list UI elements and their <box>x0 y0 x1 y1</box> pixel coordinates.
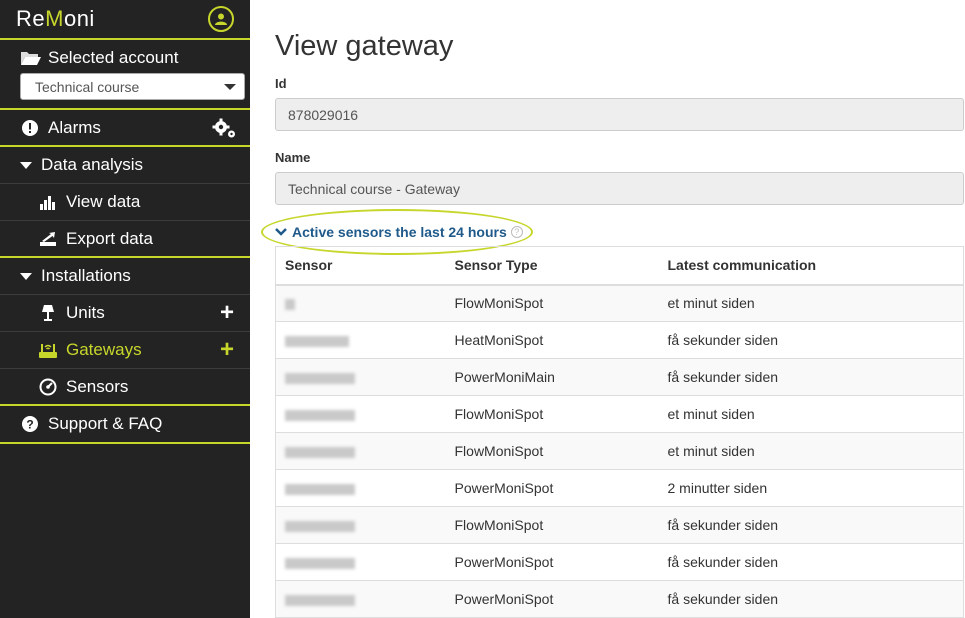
sensor-id-redacted[interactable] <box>275 395 446 433</box>
sensor-id-redacted[interactable] <box>275 284 446 322</box>
chevron-down-icon <box>224 83 236 90</box>
redacted-blur <box>285 335 349 347</box>
latest-communication-cell: få sekunder siden <box>658 580 964 618</box>
caret-down-icon <box>20 272 32 280</box>
redacted-blur <box>285 520 355 532</box>
exclamation-icon <box>20 119 40 137</box>
id-label: Id <box>275 76 287 91</box>
user-avatar-icon[interactable] <box>208 6 234 32</box>
col-sensor[interactable]: Sensor <box>275 246 446 286</box>
sensor-type-cell: FlowMoniSpot <box>445 506 659 544</box>
table-row[interactable]: PowerMoniSpot 2 minutter siden <box>275 469 964 507</box>
router-icon <box>38 341 58 359</box>
redacted-blur <box>285 409 355 421</box>
table-row[interactable]: PowerMoniMain få sekunder siden <box>275 358 964 396</box>
svg-text:?: ? <box>26 418 33 432</box>
sensor-id-redacted[interactable] <box>275 580 446 618</box>
latest-communication-cell: et minut siden <box>658 284 964 322</box>
col-sensor-type[interactable]: Sensor Type <box>445 246 659 286</box>
table-row[interactable]: FlowMoniSpot et minut siden <box>275 284 964 322</box>
nav-units[interactable]: Units + <box>0 295 250 332</box>
selected-account-label: Selected account <box>48 48 179 67</box>
chevron-down-icon <box>275 228 287 236</box>
active-sensors-toggle[interactable]: Active sensors the last 24 hours ? <box>275 224 523 240</box>
redacted-blur <box>285 594 355 606</box>
table-row[interactable]: PowerMoniSpot få sekunder siden <box>275 580 964 618</box>
sensor-id-redacted[interactable] <box>275 321 446 359</box>
sensors-table: Sensor Sensor Type Latest communication … <box>275 246 964 618</box>
sensor-type-cell: PowerMoniSpot <box>445 469 659 507</box>
sensor-type-cell: FlowMoniSpot <box>445 395 659 433</box>
nav-export-data[interactable]: Export data <box>0 221 250 258</box>
sidebar: ReMoni Selected account Technical course… <box>0 0 250 618</box>
redacted-blur <box>285 483 355 495</box>
sensor-type-cell: PowerMoniSpot <box>445 580 659 618</box>
latest-communication-cell: 2 minutter siden <box>658 469 964 507</box>
sensor-type-cell: PowerMoniMain <box>445 358 659 396</box>
table-header-row: Sensor Sensor Type Latest communication <box>275 246 964 286</box>
table-row[interactable]: HeatMoniSpot få sekunder siden <box>275 321 964 359</box>
latest-communication-cell: et minut siden <box>658 395 964 433</box>
sensor-id-redacted[interactable] <box>275 469 446 507</box>
redacted-blur <box>285 446 355 458</box>
nav-gateways[interactable]: Gateways + <box>0 332 250 369</box>
gears-icon[interactable] <box>212 118 238 145</box>
nav-installations[interactable]: Installations <box>0 258 250 295</box>
latest-communication-cell: få sekunder siden <box>658 321 964 359</box>
nav-support-faq[interactable]: ? Support & FAQ <box>0 406 250 444</box>
name-label: Name <box>275 150 311 165</box>
nav-alarms[interactable]: Alarms <box>0 110 250 147</box>
nav-view-data[interactable]: View data <box>0 184 250 221</box>
latest-communication-cell: få sekunder siden <box>658 543 964 581</box>
sensor-type-cell: HeatMoniSpot <box>445 321 659 359</box>
nav-sensors[interactable]: Sensors <box>0 369 250 406</box>
col-latest-communication[interactable]: Latest communication <box>658 246 964 286</box>
table-row[interactable]: FlowMoniSpot et minut siden <box>275 395 964 433</box>
table-row[interactable]: PowerMoniSpot få sekunder siden <box>275 543 964 581</box>
table-row[interactable]: FlowMoniSpot få sekunder siden <box>275 506 964 544</box>
main-content: View gateway Id 878029016 Name Technical… <box>261 0 965 618</box>
gauge-icon <box>38 378 58 396</box>
latest-communication-cell: få sekunder siden <box>658 506 964 544</box>
redacted-blur <box>285 557 355 569</box>
bar-chart-icon <box>38 194 58 210</box>
page-title: View gateway <box>275 30 454 62</box>
sensor-id-redacted[interactable] <box>275 432 446 470</box>
help-icon[interactable]: ? <box>510 226 523 238</box>
sensor-type-cell: PowerMoniSpot <box>445 543 659 581</box>
question-icon: ? <box>20 415 40 433</box>
add-gateway-button[interactable]: + <box>220 338 234 362</box>
latest-communication-cell: få sekunder siden <box>658 358 964 396</box>
sensor-type-cell: FlowMoniSpot <box>445 432 659 470</box>
sensor-id-redacted[interactable] <box>275 543 446 581</box>
folder-open-icon <box>21 52 41 65</box>
account-dropdown[interactable]: Technical course <box>20 73 245 100</box>
account-selector: Selected account Technical course <box>0 40 250 110</box>
lamp-icon <box>38 304 58 322</box>
redacted-blur <box>285 372 355 384</box>
name-field[interactable]: Technical course - Gateway <box>275 172 964 205</box>
remoni-logo[interactable]: ReMoni <box>16 6 95 32</box>
export-icon <box>38 231 58 247</box>
id-field[interactable]: 878029016 <box>275 98 964 131</box>
sensor-type-cell: FlowMoniSpot <box>445 284 659 322</box>
add-unit-button[interactable]: + <box>220 301 234 325</box>
redacted-blur <box>285 299 295 311</box>
sensor-id-redacted[interactable] <box>275 506 446 544</box>
nav-data-analysis[interactable]: Data analysis <box>0 147 250 184</box>
latest-communication-cell: et minut siden <box>658 432 964 470</box>
caret-down-icon <box>20 161 32 169</box>
brand-bar: ReMoni <box>0 0 250 40</box>
table-row[interactable]: FlowMoniSpot et minut siden <box>275 432 964 470</box>
sensor-id-redacted[interactable] <box>275 358 446 396</box>
